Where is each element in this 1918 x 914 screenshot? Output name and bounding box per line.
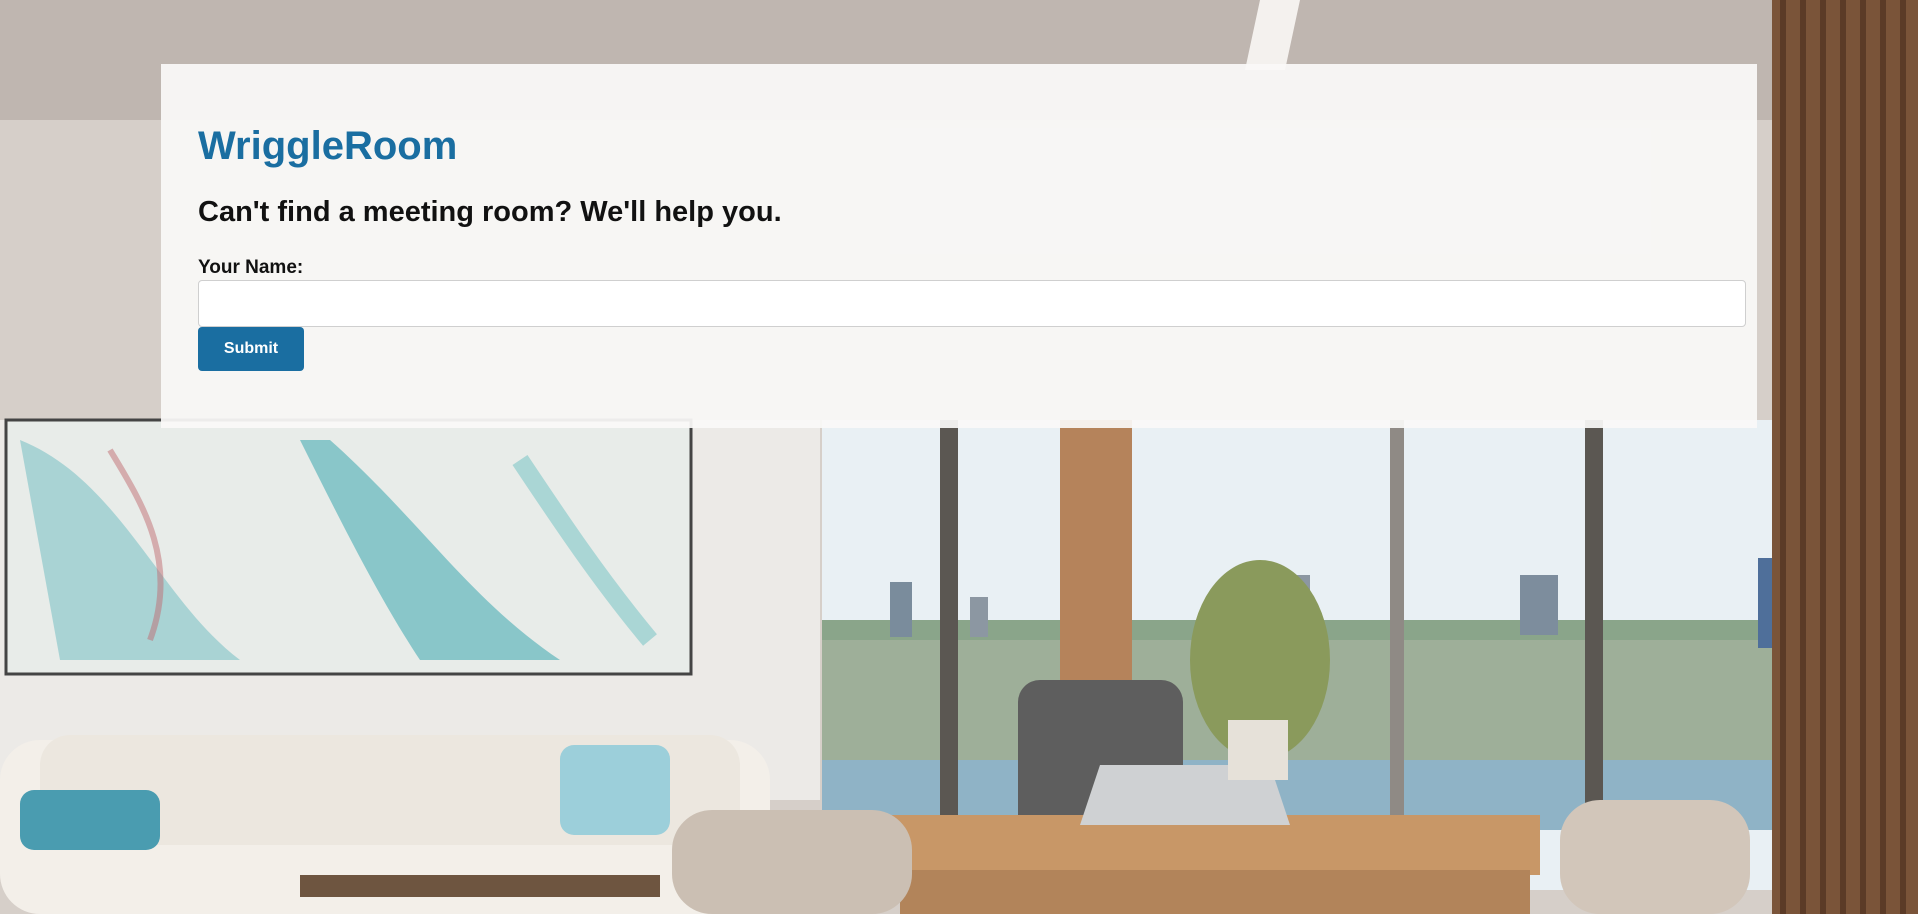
- name-input[interactable]: [198, 280, 1746, 327]
- name-field-label: Your Name:: [198, 257, 304, 278]
- search-card: WriggleRoom Can't find a meeting room? W…: [161, 64, 1757, 428]
- brand-title: WriggleRoom: [198, 124, 458, 168]
- page-headline: Can't find a meeting room? We'll help yo…: [198, 196, 782, 228]
- submit-button[interactable]: Submit: [198, 327, 304, 371]
